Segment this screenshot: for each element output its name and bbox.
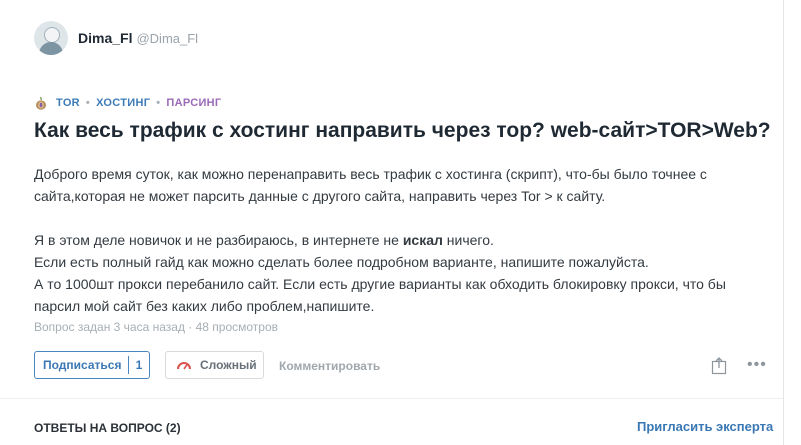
subscribe-button[interactable]: Подписаться 1 [34, 351, 150, 379]
tag-separator: • [156, 97, 161, 109]
body-paragraph: Доброго время суток, как можно перенапра… [34, 166, 707, 182]
body-paragraph: сайта,которая не может парсить данные с … [34, 188, 606, 204]
share-icon[interactable] [711, 357, 727, 375]
comment-link[interactable]: Комментировать [279, 359, 380, 373]
body-paragraph: парсил мой сайт без каких либо проблем,н… [34, 298, 375, 314]
tag-separator: • [85, 97, 91, 109]
tag-tor[interactable]: TOR [56, 97, 80, 109]
difficulty-label: Сложный [200, 358, 257, 372]
invite-expert-link[interactable]: Пригласить эксперта [637, 419, 773, 434]
question-card: Dima_Fl @Dima_Fl TOR • ХОСТИНГ • ПАРСИНГ… [0, 0, 784, 445]
body-paragraph: Если есть полный гайд как можно сделать … [34, 254, 649, 270]
author-name[interactable]: Dima_Fl [78, 30, 132, 46]
gauge-icon [177, 362, 191, 370]
tag-list: TOR • ХОСТИНГ • ПАРСИНГ [34, 96, 221, 110]
author-block: Dima_Fl @Dima_Fl [34, 20, 198, 56]
body-paragraph: А то 1000шт прокси перебанило сайт. Если… [34, 276, 726, 292]
subscribe-label: Подписаться [43, 358, 122, 372]
difficulty-button[interactable]: Сложный [165, 351, 264, 379]
bold-word: искал [402, 232, 443, 248]
question-body: Доброго время суток, как можно перенапра… [34, 163, 754, 317]
body-paragraph: Я в этом деле новичок и не разбираюсь, в… [34, 232, 494, 248]
section-divider [0, 398, 783, 399]
question-meta: Вопрос задан 3 часа назад · 48 просмотро… [34, 320, 279, 334]
tag-parsing[interactable]: ПАРСИНГ [166, 97, 221, 109]
avatar[interactable] [34, 21, 68, 55]
question-title: Как весь трафик с хостинг направить чере… [34, 119, 771, 142]
author-nick: @Dima_Fl [136, 30, 199, 46]
onion-icon [36, 96, 46, 110]
subscribe-count: 1 [135, 358, 143, 372]
more-options-icon[interactable]: ••• [747, 356, 767, 374]
answers-heading: ОТВЕТЫ НА ВОПРОС (2) [34, 421, 181, 435]
tag-hosting[interactable]: ХОСТИНГ [96, 97, 150, 109]
